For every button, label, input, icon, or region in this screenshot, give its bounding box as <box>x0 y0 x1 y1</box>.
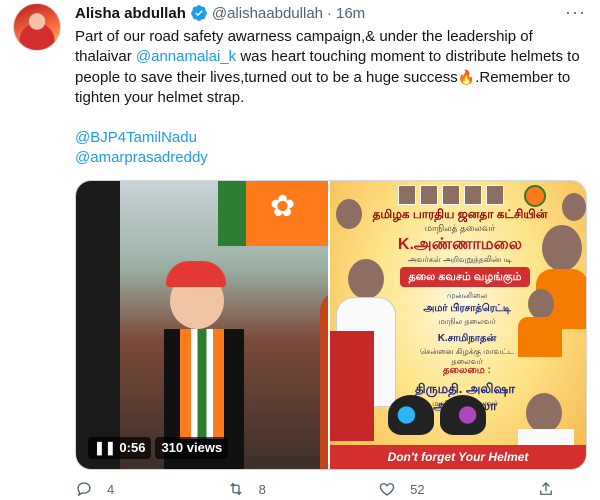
video-frame: ✿ <box>120 181 329 469</box>
tweet-actions: 4 8 52 <box>75 480 555 498</box>
poster-portrait <box>562 193 586 221</box>
helmet-icon <box>388 395 434 435</box>
tweet-text: Part of our road safety awarness campaig… <box>75 27 590 168</box>
poster-line4: முன்னிலை <box>446 291 488 300</box>
tweet-header: Alisha abdullah @alishaabdullah · 16m <box>75 4 365 22</box>
reply-count: 4 <box>107 481 115 497</box>
retweet-count: 8 <box>258 481 266 497</box>
poster-leader: K.அண்ணாமலை <box>397 236 523 253</box>
poster-portrait <box>336 199 362 229</box>
poster-guest1-role: மாநில தலைவர் <box>438 317 496 326</box>
poster-guest1: அமர் பிரசாத்ரெட்டி <box>423 303 511 314</box>
poster-portrait <box>526 393 562 433</box>
poster-portraits-row <box>398 185 504 205</box>
poster-portrait <box>348 259 384 299</box>
heart-icon <box>379 483 395 496</box>
tweet-media: ✿ ❚❚ 0:56 310 views தமிழக பாரதிய ஜனதா கட… <box>75 180 587 470</box>
poster-event: தலை கவசம் வழங்கும் விழா <box>400 267 530 303</box>
lotus-icon: ✿ <box>270 190 296 223</box>
poster-footer: Don't forget Your Helmet <box>330 445 586 469</box>
poster-portrait <box>542 225 582 271</box>
verified-badge-icon <box>190 5 207 21</box>
poster-line3: அவர்கள் அறிவுறுத்தலின்படி <box>407 255 513 264</box>
bjp-logo-icon <box>524 185 546 207</box>
helmet-icon <box>440 395 486 435</box>
timestamp[interactable]: 16m <box>336 5 365 22</box>
avatar[interactable] <box>13 3 61 51</box>
video-info: ❚❚ 0:56 310 views <box>88 437 229 459</box>
red-cap <box>166 261 226 287</box>
poster-guest2: K.சாமிநாதன் <box>437 333 497 344</box>
video-player[interactable]: ✿ ❚❚ 0:56 310 views <box>76 181 329 469</box>
reply-button[interactable]: 4 <box>75 480 114 498</box>
share-button[interactable] <box>537 480 555 498</box>
mention-bjp4tamilnadu[interactable]: @BJP4TamilNadu <box>75 128 590 148</box>
like-button[interactable]: 52 <box>378 480 425 498</box>
mention-annamalai[interactable]: @annamalai_k <box>136 48 236 65</box>
mention-amarprasadreddy[interactable]: @amarprasadreddy <box>75 148 590 168</box>
separator-dot: · <box>327 4 332 22</box>
like-count: 52 <box>410 481 425 497</box>
poster-portrait <box>528 289 554 319</box>
fire-emoji-icon: 🔥 <box>457 69 476 85</box>
poster-chief-label: தலைமை : <box>443 365 491 376</box>
video-views: 310 views <box>155 437 229 459</box>
share-icon <box>540 482 552 495</box>
retweet-icon <box>229 482 242 496</box>
poster-line1: தமிழக பாரதிய ஜனதா கட்சியின் <box>372 207 548 221</box>
video-duration[interactable]: ❚❚ 0:56 <box>88 437 152 459</box>
retweet-button[interactable]: 8 <box>227 480 266 498</box>
more-options-icon[interactable]: ··· <box>565 2 586 23</box>
pause-icon[interactable]: ❚❚ <box>94 440 116 455</box>
event-poster-image[interactable]: தமிழக பாரதிய ஜனதா கட்சியின் மாநிலத் தலைவ… <box>330 181 586 469</box>
poster-guest2-role: சென்னை கிழக்கு மாவட்ட தலைவர் <box>419 347 515 366</box>
reply-icon <box>77 482 91 497</box>
author-name[interactable]: Alisha abdullah <box>75 5 186 22</box>
poster-line2: மாநிலத் தலைவர் <box>424 223 496 233</box>
author-handle[interactable]: @alishaabdullah <box>212 5 323 22</box>
